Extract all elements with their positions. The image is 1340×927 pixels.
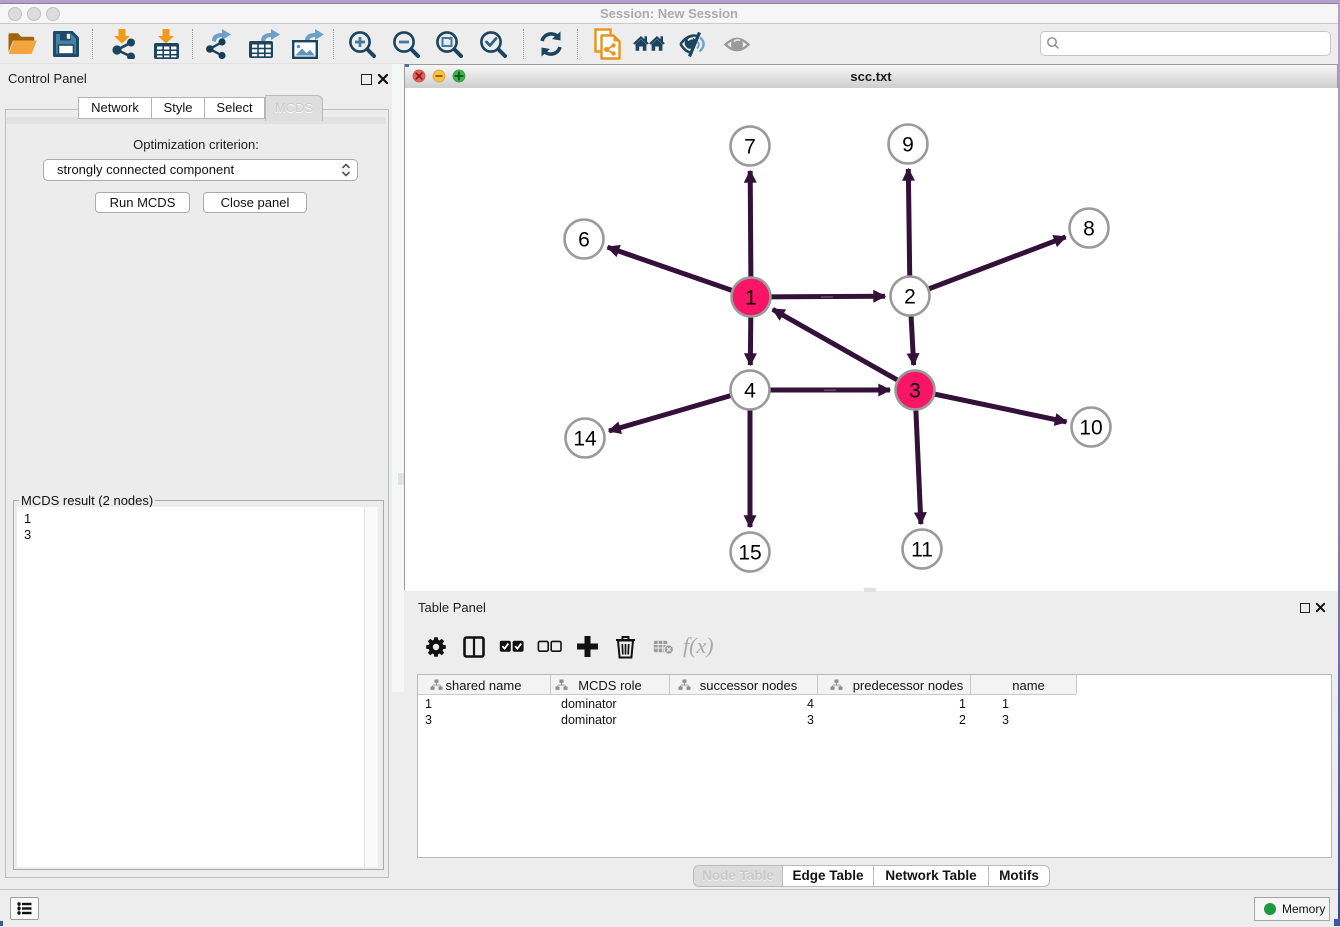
- svg-text:6: 6: [578, 229, 590, 252]
- svg-text:1: 1: [745, 287, 757, 310]
- svg-text:4: 4: [744, 380, 756, 403]
- svg-text:14: 14: [573, 428, 597, 451]
- svg-text:10: 10: [1079, 417, 1102, 440]
- svg-text:3: 3: [909, 380, 921, 403]
- svg-text:7: 7: [744, 136, 756, 159]
- svg-text:15: 15: [738, 542, 761, 565]
- svg-text:2: 2: [904, 286, 916, 309]
- svg-text:8: 8: [1083, 218, 1095, 241]
- svg-text:11: 11: [911, 539, 933, 562]
- svg-text:9: 9: [902, 134, 914, 157]
